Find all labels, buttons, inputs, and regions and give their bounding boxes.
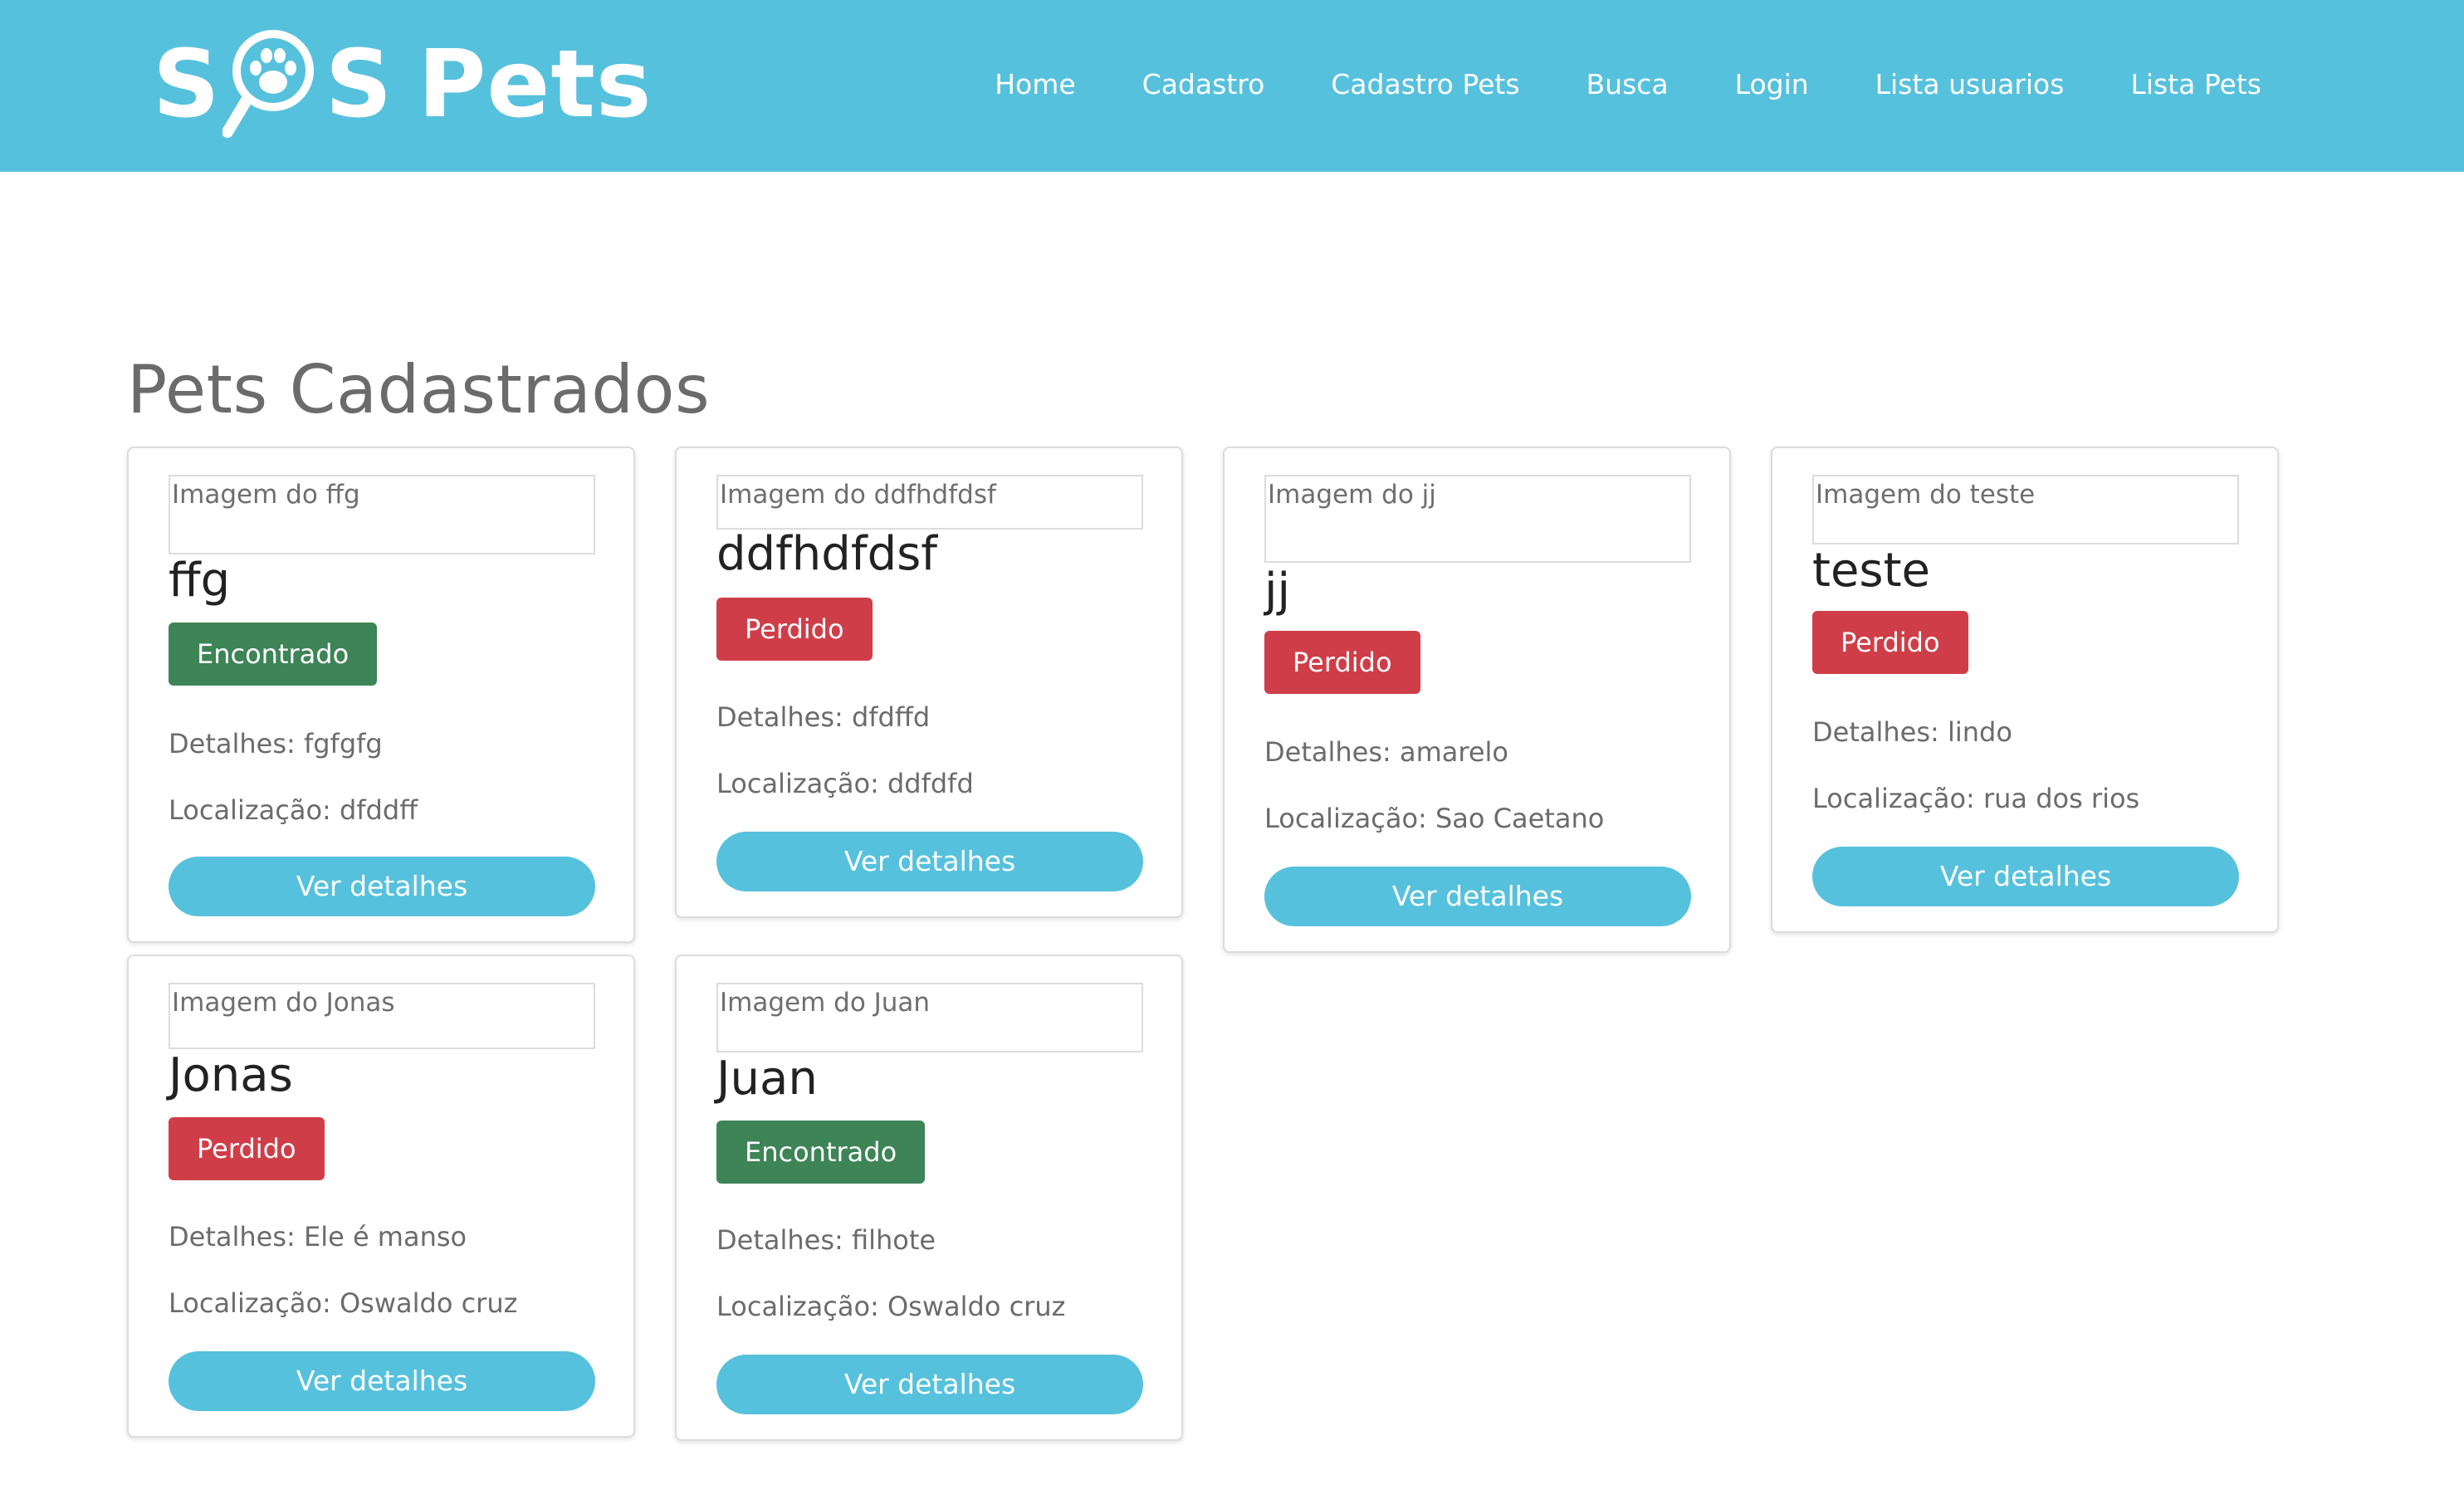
pet-name: ffg bbox=[169, 554, 231, 608]
pet-location: Localização: dfddff bbox=[169, 794, 418, 826]
nav-home[interactable]: Home bbox=[995, 60, 1075, 110]
pet-image-placeholder: Imagem do jj bbox=[1264, 475, 1691, 563]
pet-name: Juan bbox=[716, 1052, 818, 1106]
navbar: S S Pets Home Cadastro Cadastro Pets Bus… bbox=[0, 0, 2464, 172]
status-badge: Perdido bbox=[716, 598, 873, 661]
brand-letter-s2: S bbox=[325, 31, 394, 139]
pet-card: Imagem do ffg ffg Encontrado Detalhes: f… bbox=[127, 447, 635, 943]
page-title: Pets Cadastrados bbox=[127, 351, 711, 428]
pet-details: Detalhes: fgfgfg bbox=[169, 728, 383, 759]
nav-lista-usuarios[interactable]: Lista usuarios bbox=[1875, 60, 2065, 110]
status-badge: Perdido bbox=[169, 1117, 325, 1180]
pet-location: Localização: ddfdfd bbox=[716, 768, 974, 799]
status-badge: Encontrado bbox=[169, 623, 378, 686]
pet-card: Imagem do Juan Juan Encontrado Detalhes:… bbox=[675, 955, 1183, 1441]
brand-word-pets: Pets bbox=[418, 31, 653, 139]
pet-details: Detalhes: dfdffd bbox=[716, 701, 931, 733]
pet-name: jj bbox=[1264, 564, 1291, 618]
view-details-button[interactable]: Ver detalhes bbox=[716, 1355, 1143, 1414]
pet-details: Detalhes: amarelo bbox=[1264, 736, 1508, 768]
pet-name: teste bbox=[1812, 544, 1930, 598]
nav-login[interactable]: Login bbox=[1735, 60, 1809, 110]
pet-location: Localização: Sao Caetano bbox=[1264, 803, 1605, 834]
pet-name: ddfhdfdsf bbox=[716, 527, 937, 581]
pet-card: Imagem do jj jj Perdido Detalhes: amarel… bbox=[1223, 447, 1731, 953]
view-details-button[interactable]: Ver detalhes bbox=[716, 832, 1143, 891]
pet-image-placeholder: Imagem do teste bbox=[1812, 475, 2239, 544]
brand-letter-s: S bbox=[153, 31, 221, 139]
status-badge: Perdido bbox=[1264, 631, 1420, 694]
status-badge: Encontrado bbox=[716, 1121, 926, 1184]
pet-details: Detalhes: filhote bbox=[716, 1224, 936, 1256]
pet-location: Localização: Oswaldo cruz bbox=[169, 1287, 518, 1319]
nav-lista-pets[interactable]: Lista Pets bbox=[2130, 60, 2261, 110]
view-details-button[interactable]: Ver detalhes bbox=[1264, 867, 1691, 926]
pet-card: Imagem do ddfhdfdsf ddfhdfdsf Perdido De… bbox=[675, 447, 1183, 918]
view-details-button[interactable]: Ver detalhes bbox=[169, 857, 595, 916]
magnifier-paw-icon bbox=[222, 22, 324, 147]
pet-card: Imagem do Jonas Jonas Perdido Detalhes: … bbox=[127, 955, 635, 1438]
view-details-button[interactable]: Ver detalhes bbox=[1812, 847, 2239, 906]
pet-location: Localização: Oswaldo cruz bbox=[716, 1291, 1066, 1322]
pet-card: Imagem do teste teste Perdido Detalhes: … bbox=[1771, 447, 2279, 933]
nav-cadastro-pets[interactable]: Cadastro Pets bbox=[1331, 60, 1519, 110]
main-nav: Home Cadastro Cadastro Pets Busca Login … bbox=[928, 60, 2261, 110]
pet-details: Detalhes: lindo bbox=[1812, 716, 2012, 748]
view-details-button[interactable]: Ver detalhes bbox=[169, 1351, 595, 1411]
pet-image-placeholder: Imagem do Juan bbox=[716, 983, 1143, 1052]
nav-cadastro[interactable]: Cadastro bbox=[1142, 60, 1265, 110]
pet-image-placeholder: Imagem do ddfhdfdsf bbox=[716, 475, 1143, 530]
pet-image-placeholder: Imagem do Jonas bbox=[169, 983, 595, 1049]
pet-details: Detalhes: Ele é manso bbox=[169, 1221, 467, 1253]
status-badge: Perdido bbox=[1812, 611, 1968, 674]
brand-logo[interactable]: S S Pets bbox=[153, 18, 653, 151]
nav-busca[interactable]: Busca bbox=[1586, 60, 1669, 110]
pet-location: Localização: rua dos rios bbox=[1812, 783, 2140, 814]
pet-image-placeholder: Imagem do ffg bbox=[169, 475, 595, 554]
pet-name: Jonas bbox=[169, 1048, 293, 1102]
